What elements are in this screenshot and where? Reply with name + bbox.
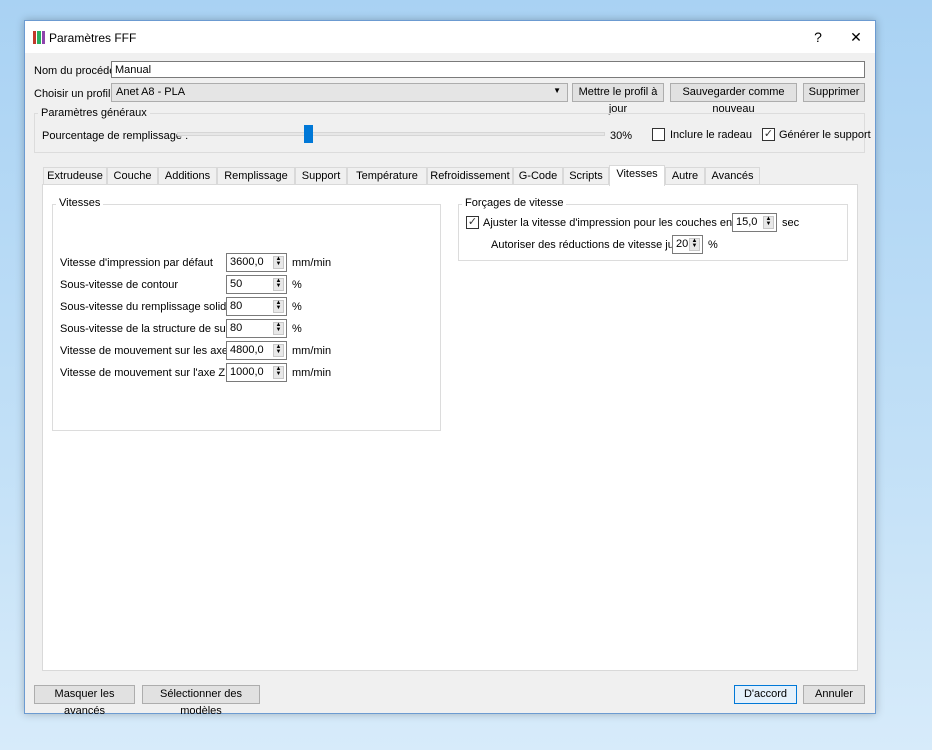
- ok-button[interactable]: D'accord: [734, 685, 797, 704]
- adjust-speed-value: 15,0: [736, 216, 758, 228]
- infill-slider-track[interactable]: [177, 132, 605, 136]
- tab-label: G-Code: [518, 170, 558, 182]
- process-name-label: Nom du procédé :: [34, 65, 122, 77]
- select-models-button[interactable]: Sélectionner des modèles: [142, 685, 260, 717]
- tab-label: Avancés: [711, 170, 754, 182]
- app-logo-icon: [33, 31, 45, 44]
- update-profile-button[interactable]: Mettre le profil à jour: [572, 83, 664, 115]
- adjust-speed-checkbox[interactable]: ✓: [466, 216, 479, 229]
- infill-value: 30%: [610, 130, 633, 142]
- hide-advanced-button[interactable]: Masquer les avancés: [34, 685, 135, 717]
- tab-label: Additions: [164, 170, 211, 182]
- tab-8[interactable]: Scripts: [563, 167, 609, 185]
- tab-label: Support: [301, 170, 341, 182]
- speed-row-spinbox[interactable]: 4800,0 ▲ ▼: [226, 341, 287, 360]
- save-new-profile-button[interactable]: Sauvegarder comme nouveau: [670, 83, 797, 115]
- tab-label: Remplissage: [224, 170, 288, 182]
- tab-label: Refroidissement: [430, 170, 510, 182]
- speed-row-value: 80: [230, 300, 243, 312]
- infill-label: Pourcentage de remplissage :: [42, 130, 189, 142]
- tab-6[interactable]: Refroidissement: [427, 167, 513, 185]
- speeds-group: [52, 204, 441, 431]
- adjust-speed-spinbox[interactable]: 15,0 ▲ ▼: [732, 213, 777, 232]
- speed-row-unit: mm/min: [292, 345, 332, 357]
- raft-checkbox[interactable]: [652, 128, 665, 141]
- profile-value: Anet A8 - PLA: [116, 86, 186, 98]
- speed-row-value: 1000,0: [230, 366, 264, 378]
- speeds-group-title: Vitesses: [56, 197, 104, 209]
- tab-0[interactable]: Extrudeuse: [43, 167, 107, 185]
- support-checkbox[interactable]: ✓: [762, 128, 775, 141]
- tab-label: Autre: [671, 170, 699, 182]
- speed-row-value: 80: [230, 322, 243, 334]
- speed-row-spinbox[interactable]: 80 ▲ ▼: [226, 319, 287, 338]
- spin-arrows-icon[interactable]: ▲ ▼: [273, 366, 284, 379]
- speed-row-spinbox[interactable]: 50 ▲ ▼: [226, 275, 287, 294]
- speed-row-unit: %: [292, 301, 302, 313]
- adjust-speed-unit: sec: [782, 217, 800, 229]
- speeds-tab-panel: Vitesses Vitesse d'impression par défaut…: [42, 184, 858, 671]
- allow-reduction-unit: %: [708, 239, 718, 251]
- process-name-input[interactable]: Manual: [111, 61, 865, 78]
- profile-select[interactable]: Anet A8 - PLA ▼: [111, 83, 568, 102]
- speed-row-label: Sous-vitesse de contour: [60, 279, 179, 291]
- spin-arrows-icon[interactable]: ▲ ▼: [273, 300, 284, 313]
- tab-label: Couche: [113, 170, 152, 182]
- speed-row-spinbox[interactable]: 1000,0 ▲ ▼: [226, 363, 287, 382]
- tab-10[interactable]: Autre: [665, 167, 705, 185]
- spin-arrows-icon[interactable]: ▲ ▼: [273, 344, 284, 357]
- tab-5[interactable]: Température: [347, 167, 427, 185]
- speed-row-value: 3600,0: [230, 256, 264, 268]
- spin-arrows-icon[interactable]: ▲ ▼: [273, 322, 284, 335]
- tab-label: Vitesses: [616, 168, 658, 180]
- allow-reduction-value: 20: [676, 238, 689, 250]
- tab-label: Extrudeuse: [47, 170, 103, 182]
- close-button[interactable]: ✕: [841, 27, 871, 47]
- support-label: Générer le support: [779, 129, 871, 141]
- speed-row-unit: %: [292, 279, 302, 291]
- delete-profile-button[interactable]: Supprimer: [803, 83, 865, 102]
- speed-row-spinbox[interactable]: 3600,0 ▲ ▼: [226, 253, 287, 272]
- tab-2[interactable]: Additions: [158, 167, 217, 185]
- spin-arrows-icon[interactable]: ▲ ▼: [273, 256, 284, 269]
- allow-reduction-spinbox[interactable]: 20 ▲ ▼: [672, 235, 703, 254]
- speed-row-value: 4800,0: [230, 344, 264, 356]
- title-bar: Paramètres FFF ? ✕: [25, 21, 875, 53]
- speed-row-spinbox[interactable]: 80 ▲ ▼: [226, 297, 287, 316]
- speed-row-label: Sous-vitesse de la structure de support: [60, 323, 251, 335]
- speed-overrides-group: [458, 204, 848, 261]
- speed-row-label: Sous-vitesse du remplissage solide: [60, 301, 233, 313]
- tab-9[interactable]: Vitesses: [609, 165, 665, 186]
- fff-settings-dialog: Paramètres FFF ? ✕ Nom du procédé : Manu…: [24, 20, 876, 717]
- speed-row-unit: %: [292, 323, 302, 335]
- help-button[interactable]: ?: [803, 27, 833, 47]
- infill-slider-thumb[interactable]: [304, 125, 314, 143]
- cancel-button[interactable]: Annuler: [803, 685, 865, 704]
- profile-label: Choisir un profil :: [34, 88, 117, 100]
- spin-arrows-icon[interactable]: ▲ ▼: [273, 278, 284, 291]
- spin-arrows-icon[interactable]: ▲ ▼: [689, 238, 700, 251]
- speed-row-value: 50: [230, 278, 243, 290]
- tab-label: Température: [356, 170, 418, 182]
- speed-row-label: Vitesse d'impression par défaut: [60, 257, 213, 269]
- speed-row-label: Vitesse de mouvement sur l'axe Z: [60, 367, 226, 379]
- spin-arrows-icon[interactable]: ▲ ▼: [763, 216, 774, 229]
- speed-overrides-title: Forçages de vitesse: [462, 197, 567, 209]
- general-settings-title: Paramètres généraux: [38, 107, 150, 119]
- tab-3[interactable]: Remplissage: [217, 167, 295, 185]
- chevron-down-icon: ▼: [553, 86, 561, 95]
- tab-1[interactable]: Couche: [107, 167, 158, 185]
- tab-7[interactable]: G-Code: [513, 167, 563, 185]
- window-title: Paramètres FFF: [49, 31, 137, 45]
- allow-reduction-label: Autoriser des réductions de vitesse jusq…: [491, 239, 700, 251]
- tab-11[interactable]: Avancés: [705, 167, 760, 185]
- tab-label: Scripts: [569, 170, 603, 182]
- speed-row-unit: mm/min: [292, 257, 332, 269]
- speed-row-unit: mm/min: [292, 367, 332, 379]
- raft-label: Inclure le radeau: [670, 129, 752, 141]
- tab-4[interactable]: Support: [295, 167, 347, 185]
